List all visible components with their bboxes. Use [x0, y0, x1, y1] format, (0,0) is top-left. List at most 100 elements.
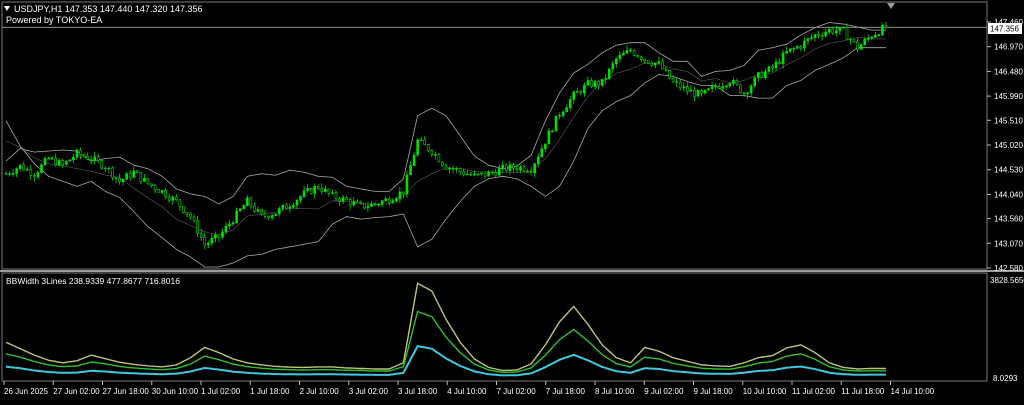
candle-body: [82, 154, 86, 157]
candle-body: [423, 139, 427, 145]
candle-body: [192, 216, 196, 221]
candle-body: [221, 231, 224, 238]
symbol-quote-text: USDJPY,H1 147.353 147.440 147.320 147.35…: [14, 4, 203, 14]
price-tick-label: 143.070: [994, 239, 1023, 248]
candle-body: [575, 91, 579, 93]
candle-body: [341, 197, 345, 202]
candle-body: [615, 58, 618, 64]
price-axis: 147.460146.970146.480145.990145.510145.0…: [987, 18, 1023, 273]
indicator-panel: [5, 282, 886, 377]
candle-body: [795, 46, 799, 49]
bbwidth-inner-line: [5, 344, 886, 377]
candle-body: [171, 196, 175, 201]
dropdown-triangle-icon[interactable]: [4, 6, 10, 11]
candle-body: [455, 168, 458, 170]
candle-body: [100, 160, 104, 169]
date-tick-label: 11 Jul 18:00: [841, 387, 885, 396]
candle-body: [65, 160, 68, 165]
price-tick-label: 146.970: [994, 43, 1023, 52]
date-tick-label: 8 Jul 10:00: [595, 387, 635, 396]
candle-body: [781, 52, 785, 64]
candle-body: [253, 205, 256, 212]
candle-body: [512, 164, 515, 169]
candle-body: [643, 59, 647, 61]
candle-body: [533, 163, 537, 173]
candle-body: [586, 80, 590, 86]
candle-body: [547, 130, 551, 145]
candle-body: [345, 197, 348, 200]
candle-body: [607, 68, 611, 79]
candle-body: [164, 190, 167, 198]
candle-body: [707, 88, 710, 91]
candle-body: [622, 52, 625, 56]
indicator-max-label: 3828.5650: [990, 276, 1024, 285]
candle-body: [380, 200, 384, 205]
candle-body: [866, 37, 870, 40]
candle-body: [458, 168, 462, 172]
candle-body: [728, 83, 732, 87]
date-tick-label: 7 Jul 02:00: [497, 387, 537, 396]
indicator-label: BBWidth 3Lines 238.9339 477.8677 716.801…: [6, 276, 180, 286]
candle-body: [678, 82, 682, 89]
candle-body: [501, 164, 505, 169]
candle-body: [40, 164, 43, 173]
candle-body: [228, 223, 231, 227]
candle-body: [664, 68, 668, 71]
candle-body: [153, 185, 157, 191]
date-tick-label: 30 Jun 10:00: [152, 387, 199, 396]
chart-canvas[interactable]: 147.460146.970146.480145.990145.510145.0…: [0, 0, 1024, 400]
candle-body: [529, 171, 533, 173]
candle-body: [611, 63, 615, 70]
price-tick-label: 145.510: [994, 116, 1023, 125]
candle-body: [817, 34, 820, 36]
candle-body: [178, 199, 182, 207]
candle-body: [299, 196, 302, 201]
candle-body: [426, 144, 430, 151]
candle-body: [157, 189, 160, 193]
chart-window[interactable]: 147.460 146.970 146.480 145.990 145.510 145.0…: [0, 0, 1024, 400]
candle-body: [497, 168, 501, 176]
candle-body: [682, 86, 686, 89]
candle-body: [771, 66, 774, 69]
chart-title[interactable]: USDJPY,H1 147.353 147.440 147.320 147.35…: [4, 4, 203, 14]
candle-body: [845, 26, 849, 40]
candle-body: [306, 188, 309, 192]
candle-body: [217, 234, 221, 238]
candle-body: [430, 150, 434, 155]
candle-body: [483, 172, 487, 177]
candle-body: [22, 164, 26, 171]
candle-body: [128, 173, 132, 178]
date-tick-label: 2 Jul 10:00: [300, 387, 340, 396]
candle-body: [441, 161, 444, 166]
chart-shift-marker[interactable]: [887, 3, 895, 9]
candle-body: [654, 62, 657, 66]
candle-body: [799, 46, 803, 49]
indicator-frame: [1, 272, 988, 382]
candle-body: [583, 84, 586, 94]
candle-body: [348, 199, 352, 206]
price-tick-label: 142.580: [994, 264, 1023, 273]
chart-subtitle: Powered by TOKYO-EA: [6, 15, 103, 25]
date-tick-label: 10 Jul 10:00: [743, 387, 787, 396]
candle-body: [114, 177, 118, 179]
candle-body: [143, 177, 146, 182]
candle-body: [813, 34, 817, 38]
candle-body: [107, 167, 111, 170]
candle-body: [473, 173, 476, 176]
candle-body: [760, 72, 764, 79]
candle-body: [167, 196, 171, 201]
candle-body: [327, 188, 331, 194]
candle-body: [788, 48, 792, 52]
candle-body: [86, 156, 89, 160]
candle-body: [831, 28, 835, 34]
candle-body: [618, 54, 622, 60]
candle-body: [263, 213, 267, 217]
candle-body: [827, 28, 831, 33]
candle-body: [657, 61, 661, 64]
candle-body: [405, 174, 409, 195]
date-tick-label: 1 Jul 18:00: [250, 387, 290, 396]
candle-body: [8, 173, 11, 175]
price-tick-label: 144.040: [994, 190, 1023, 199]
candle-body: [646, 60, 650, 64]
date-tick-label: 3 Jul 02:00: [349, 387, 389, 396]
